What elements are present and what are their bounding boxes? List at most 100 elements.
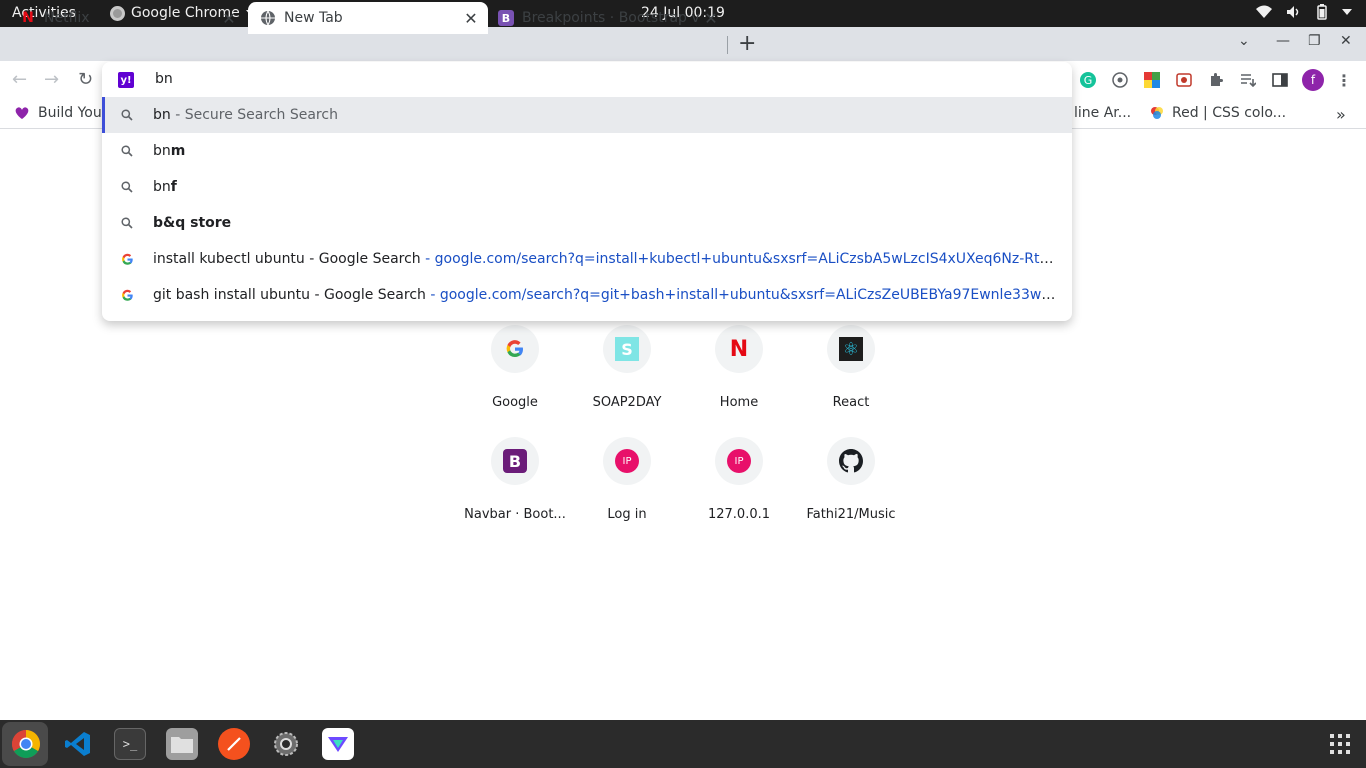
new-tab-button[interactable]: + [738, 31, 756, 56]
screenshot-extension-icon[interactable] [1174, 70, 1194, 90]
tab-title: Breakpoints · Bootstrap v [522, 10, 700, 26]
google-icon [119, 287, 135, 303]
system-tray[interactable] [1256, 4, 1352, 20]
omnibox-dropdown: y! bn bn - Secure Search Search bnm bnf … [102, 62, 1072, 321]
shortcut-tile[interactable]: Fathi21/Music [795, 437, 907, 522]
shortcut-tile[interactable]: ⚛ React [795, 325, 907, 410]
search-icon [119, 107, 135, 123]
suggestion-query: bn [153, 107, 171, 123]
settings-gear-icon [274, 732, 298, 756]
shortcut-tile[interactable]: N Home [683, 325, 795, 410]
suggestion-url: google.com/search?q=git+bash+install+ubu… [439, 287, 1060, 303]
bookmark-favicon-icon [15, 107, 29, 119]
profile-avatar[interactable]: f [1302, 69, 1324, 91]
side-panel-icon[interactable] [1270, 70, 1290, 90]
svg-text:G: G [1084, 74, 1093, 87]
tab-new-tab[interactable]: New Tab ✕ [248, 2, 488, 34]
bookmark-favicon-icon [1151, 107, 1163, 119]
extension-icon[interactable] [1110, 70, 1130, 90]
puzzle-extensions-icon[interactable] [1206, 70, 1226, 90]
volume-icon [1287, 6, 1299, 18]
suggestion-row[interactable]: git bash install ubuntu - Google Search … [102, 277, 1072, 313]
close-window-button[interactable]: ✕ [1340, 33, 1352, 49]
shortcut-tile[interactable]: Google [459, 325, 571, 410]
shortcut-label: SOAP2DAY [592, 395, 662, 410]
bootstrap-icon: B [503, 449, 527, 473]
show-applications-grid-icon[interactable] [1330, 734, 1350, 754]
reload-icon[interactable]: ↻ [78, 69, 93, 90]
suggestion-query: install kubectl ubuntu - Google Search [153, 251, 421, 267]
close-icon[interactable]: ✕ [462, 9, 480, 28]
chrome-icon [12, 730, 40, 758]
terminal-icon: >_ [122, 737, 138, 751]
wifi-icon [1256, 5, 1272, 18]
shortcut-label: Fathi21/Music [806, 507, 896, 522]
bootstrap-icon: B [498, 10, 514, 26]
suggestion-row[interactable]: b&q store [102, 205, 1072, 241]
suggestion-row[interactable]: bnm [102, 133, 1072, 169]
react-icon: ⚛ [839, 337, 863, 361]
suggestion-row[interactable]: bn - Secure Search Search [102, 97, 1072, 133]
dock-files[interactable] [166, 728, 198, 760]
dock-proton-vpn[interactable] [322, 728, 354, 760]
google-icon [119, 251, 135, 267]
suggestion-completion: m [170, 143, 186, 159]
tab-separator [727, 36, 728, 54]
grammarly-icon[interactable]: G [1078, 70, 1098, 90]
shortcut-label: 127.0.0.1 [707, 507, 771, 522]
close-icon[interactable]: ✕ [220, 9, 238, 28]
minimize-button[interactable]: — [1276, 33, 1290, 49]
shortcut-tile[interactable]: S SOAP2DAY [571, 325, 683, 410]
shortcut-tile[interactable]: IP Log in [571, 437, 683, 522]
suggestion-completion: b&q store [153, 215, 232, 231]
dock-postman[interactable] [218, 728, 250, 760]
dock-terminal[interactable]: >_ [114, 728, 146, 760]
ip-badge-icon: IP [615, 449, 639, 473]
suggestion-query: bn [153, 179, 171, 195]
ubuntu-dock: >_ [0, 720, 1366, 768]
suggestion-row[interactable]: install kubectl ubuntu - Google Search -… [102, 241, 1072, 277]
more-menu-icon[interactable]: ⋮ [1334, 70, 1354, 90]
shortcut-label: Google [492, 395, 538, 410]
folder-icon [171, 737, 193, 753]
google-icon [503, 337, 527, 361]
dock-vscode[interactable] [62, 728, 94, 760]
close-icon[interactable]: ✕ [702, 9, 720, 28]
tab-search-chevron-icon[interactable]: ⌄ [1238, 33, 1250, 49]
vpn-triangle-icon [328, 737, 348, 752]
dock-settings[interactable] [270, 728, 302, 760]
reading-list-icon[interactable] [1238, 70, 1258, 90]
bookmark-item[interactable]: Red | CSS colo... [1150, 105, 1286, 121]
shortcut-circle [491, 325, 539, 373]
dock-chrome[interactable] [10, 728, 42, 760]
ip-badge-icon: IP [727, 449, 751, 473]
color-picker-extension-icon[interactable] [1142, 70, 1162, 90]
vscode-icon [65, 732, 90, 756]
bookmark-item[interactable]: Build You [14, 105, 102, 121]
maximize-button[interactable]: ❐ [1308, 33, 1321, 49]
tab-title: New Tab [284, 10, 343, 26]
shortcut-circle: N [715, 325, 763, 373]
postman-icon [227, 737, 241, 751]
suggestion-suffix: - Secure Search Search [170, 107, 338, 123]
bookmark-item[interactable]: line Ar... [1074, 105, 1131, 121]
shortcut-tile[interactable]: IP 127.0.0.1 [683, 437, 795, 522]
bookmarks-overflow-chevron-icon[interactable]: » [1336, 105, 1346, 124]
tab-netflix[interactable]: N Netflix ✕ [0, 2, 246, 34]
netflix-icon: N [729, 336, 749, 362]
shortcut-circle: B [491, 437, 539, 485]
shortcut-circle: S [603, 325, 651, 373]
shortcut-label: Log in [607, 507, 647, 522]
soap2day-icon: S [615, 337, 639, 361]
search-icon [119, 179, 135, 195]
back-arrow-icon[interactable]: ← [12, 69, 27, 90]
shortcut-tile[interactable]: B Navbar · Boot... [459, 437, 571, 522]
omnibox-text[interactable]: bn [155, 71, 173, 87]
tab-title: Netflix [44, 10, 90, 26]
suggestion-row[interactable]: bnf [102, 169, 1072, 205]
omnibox-input[interactable]: y! bn [102, 62, 1072, 98]
battery-icon [1317, 4, 1327, 20]
forward-arrow-icon[interactable]: → [44, 69, 59, 90]
suggestion-query: git bash install ubuntu - Google Search [153, 287, 426, 303]
tab-breakpoints[interactable]: B Breakpoints · Bootstrap v ✕ [490, 2, 728, 34]
